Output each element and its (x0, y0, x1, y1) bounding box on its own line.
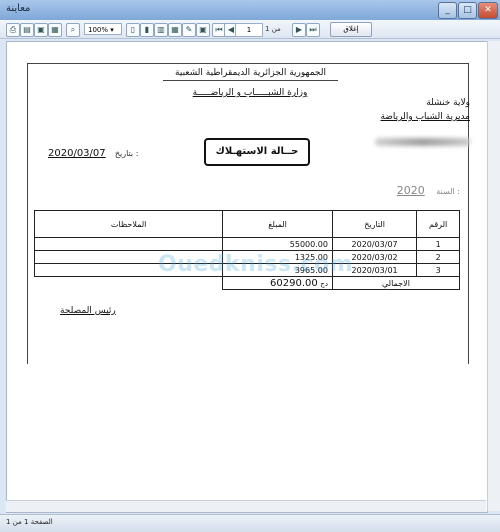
header-ministry: وزارة الشبـــــاب و الرياضـــــة (192, 88, 308, 98)
report-title: حــالة الاستهـلاك (204, 138, 310, 166)
next-page-icon[interactable]: ▶ (292, 23, 306, 37)
close-button[interactable]: إغلاق (330, 22, 372, 37)
row-num: 2 (416, 250, 460, 264)
zoom-select[interactable]: 100% ▾ (84, 23, 122, 35)
vertical-scrollbar[interactable] (487, 41, 500, 511)
consumption-table: الملاحظات المبلغ التاريخ الرقم 55000.00 … (33, 210, 461, 290)
header-republic: الجمهورية الجزائرية الديمقراطية الشعبية (163, 68, 338, 81)
print-setup-icon[interactable]: ▤ (20, 23, 34, 37)
multi-page-icon[interactable]: ▥ (154, 23, 168, 37)
save-icon[interactable]: ▣ (34, 23, 48, 37)
wilaya-name: ولاية خنشلة (426, 98, 470, 108)
row-num: 1 (416, 237, 460, 251)
col-amount: المبلغ (222, 210, 333, 238)
row-notes (33, 237, 224, 251)
date-label: بتاريخ : (114, 149, 139, 158)
report-year: 2020 السنة : (397, 184, 460, 197)
window-title: معاينة (6, 3, 31, 14)
page-count-label: من 1 (265, 25, 281, 33)
horizontal-scrollbar[interactable] (6, 500, 486, 512)
total-value: 60290.00 (270, 277, 318, 289)
last-page-icon[interactable]: ⏭ (306, 23, 320, 37)
year-value: 2020 (396, 184, 425, 197)
report-preview-window: _ □ ✕ معاينة ⎙ ▤ ▣ ▦ ⌕ 100% ▾ ▯ ▮ ▥ ▦ ✎ … (0, 0, 500, 532)
date-value: 2020/03/07 (48, 148, 106, 159)
toolbar: ⎙ ▤ ▣ ▦ ⌕ 100% ▾ ▯ ▮ ▥ ▦ ✎ ▣ ⏮ ◀ 1 من 1 … (0, 20, 500, 39)
report-date: 2020/03/07 بتاريخ : (48, 148, 138, 159)
col-num: الرقم (416, 210, 460, 238)
total-label: الاجمالي (331, 276, 461, 290)
row-amount: 55000.00 (222, 237, 333, 251)
page-setup-icon[interactable]: ✎ (182, 23, 196, 37)
row-num: 3 (416, 263, 460, 277)
title-bar[interactable]: _ □ ✕ معاينة (0, 0, 500, 21)
status-page-info: الصفحة 1 من 1 (6, 518, 53, 526)
notes-icon[interactable]: ▣ (196, 23, 210, 37)
total-value-cell: دج 60290.00 (222, 276, 333, 290)
col-notes: الملاحظات (33, 210, 224, 238)
wilaya-block: ولاية خنشلة مديرية الشباب والرياضة (380, 98, 470, 122)
close-window-button[interactable]: ✕ (478, 2, 498, 19)
maximize-button[interactable]: □ (458, 2, 477, 19)
export-icon[interactable]: ▦ (48, 23, 62, 37)
row-date: 2020/03/07 (331, 237, 418, 251)
total-row: دج 60290.00 الاجمالي (35, 276, 461, 290)
zoom-icon[interactable]: ⌕ (66, 23, 80, 37)
directorate-name: مديرية الشباب والرياضة (380, 112, 470, 122)
watermark-logo: Ouedkniss.com (158, 252, 353, 277)
four-page-icon[interactable]: ▦ (168, 23, 182, 37)
table-row: 55000.00 2020/03/07 1 (33, 237, 460, 251)
minimize-button[interactable]: _ (438, 2, 457, 19)
status-bar: الصفحة 1 من 1 (0, 514, 500, 532)
year-label: السنة : (436, 187, 460, 196)
two-page-icon[interactable]: ▮ (140, 23, 154, 37)
col-date: التاريخ (331, 210, 418, 238)
redacted-text (375, 138, 470, 146)
total-currency: دج (320, 279, 328, 288)
single-page-icon[interactable]: ▯ (126, 23, 140, 37)
print-icon[interactable]: ⎙ (6, 23, 20, 37)
page-number-input[interactable]: 1 (235, 23, 263, 37)
chief-signature-label: رئيس المصلحة (60, 306, 116, 316)
